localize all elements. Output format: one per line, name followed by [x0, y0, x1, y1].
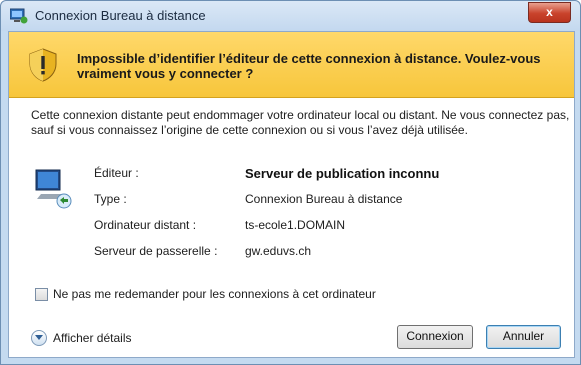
- close-icon: x: [546, 5, 553, 19]
- gateway-value: gw.eduvs.ch: [245, 244, 312, 258]
- publisher-value: Serveur de publication inconnu: [245, 166, 440, 181]
- warning-banner: Impossible d’identifier l’éditeur de cet…: [9, 32, 574, 98]
- shield-warning-icon: [29, 48, 57, 82]
- dont-ask-again-checkbox[interactable]: [35, 288, 48, 301]
- dialog-content: Impossible d’identifier l’éditeur de cet…: [8, 31, 575, 358]
- dont-ask-again-label[interactable]: Ne pas me redemander pour les connexions…: [53, 287, 376, 301]
- dialog-window: Connexion Bureau à distance x Impossible…: [0, 0, 581, 365]
- gateway-label: Serveur de passerelle :: [94, 244, 218, 258]
- type-label: Type :: [94, 192, 127, 206]
- connect-button[interactable]: Connexion: [397, 325, 473, 349]
- title-bar[interactable]: Connexion Bureau à distance x: [1, 1, 580, 31]
- description-text: Cette connexion distante peut endommager…: [31, 108, 570, 137]
- type-value: Connexion Bureau à distance: [245, 192, 403, 206]
- warning-message: Impossible d’identifier l’éditeur de cet…: [77, 51, 541, 81]
- close-button[interactable]: x: [528, 2, 571, 23]
- remote-desktop-icon: [9, 8, 28, 24]
- publisher-label: Éditeur :: [94, 166, 139, 180]
- cancel-button[interactable]: Annuler: [486, 325, 561, 349]
- show-details-label[interactable]: Afficher détails: [53, 331, 132, 345]
- connection-details: Éditeur : Serveur de publication inconnu…: [9, 166, 574, 286]
- remote-computer-label: Ordinateur distant :: [94, 218, 197, 232]
- chevron-down-icon[interactable]: [31, 330, 47, 346]
- window-title: Connexion Bureau à distance: [35, 8, 206, 23]
- remote-computer-value: ts-ecole1.DOMAIN: [245, 218, 346, 232]
- remote-computer-icon: [35, 168, 73, 210]
